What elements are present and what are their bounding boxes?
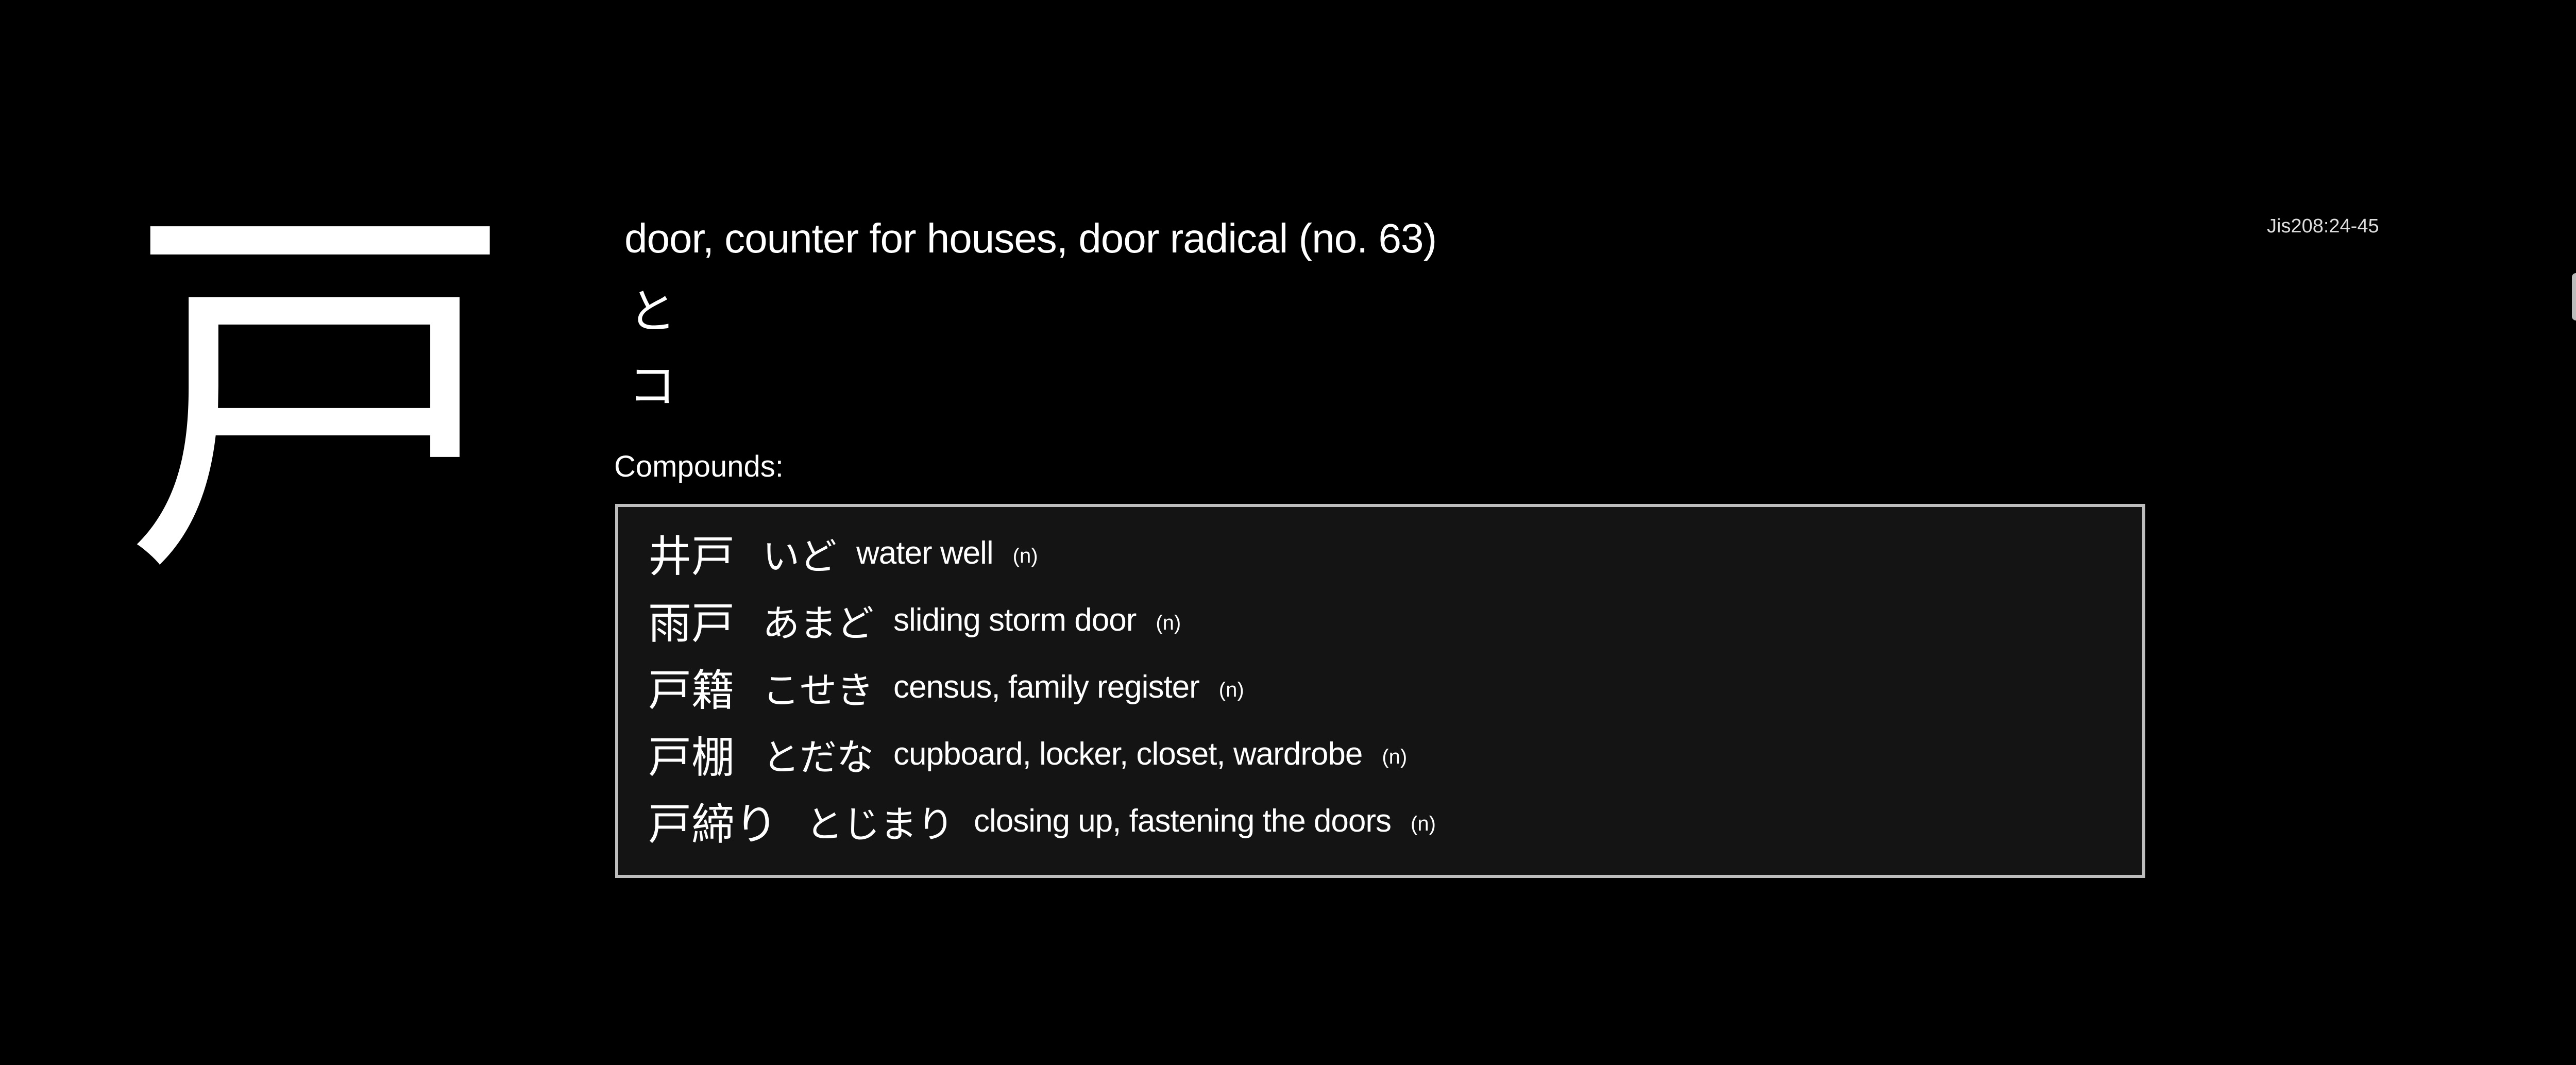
compound-pos: (n) <box>1156 611 1181 634</box>
scrollbar-handle[interactable] <box>2572 273 2576 320</box>
compound-gloss: sliding storm door <box>893 602 1137 638</box>
compound-gloss: water well <box>856 535 994 571</box>
compound-gloss: closing up, fastening the doors <box>974 803 1392 839</box>
compounds-list: 井戸 いど water well (n) 雨戸 あまど sliding stor… <box>615 504 2145 878</box>
kanji-meaning: door, counter for houses, door radical (… <box>624 215 1437 261</box>
compound-pos: (n) <box>1218 678 1244 701</box>
compound-row: 雨戸 あまど sliding storm door (n) <box>648 586 2142 653</box>
compound-row: 井戸 いど water well (n) <box>648 519 2142 586</box>
compounds-label: Compounds: <box>614 450 784 483</box>
compound-reading: いど <box>762 534 837 578</box>
compound-pos: (n) <box>1382 745 1408 768</box>
compound-pos: (n) <box>1012 544 1038 567</box>
kun-reading: と <box>629 284 676 339</box>
compound-word: 雨戸 <box>648 598 735 649</box>
kanji-character: 戸 <box>124 169 515 624</box>
compound-reading: あまど <box>762 601 874 645</box>
compound-row: 戸棚 とだな cupboard, locker, closet, wardrob… <box>648 720 2142 787</box>
compound-word: 戸籍 <box>648 665 735 716</box>
compound-word: 井戸 <box>648 531 735 582</box>
compound-reading: こせき <box>762 668 874 712</box>
jis-code: Jis208:24-45 <box>2267 215 2379 237</box>
compound-row: 戸締り とじまり closing up, fastening the doors… <box>648 787 2142 854</box>
compound-gloss: cupboard, locker, closet, wardrobe <box>893 736 1363 772</box>
compound-pos: (n) <box>1411 812 1436 835</box>
compound-reading: とじまり <box>806 802 955 846</box>
compound-reading: とだな <box>762 735 874 779</box>
compound-row: 戸籍 こせき census, family register (n) <box>648 653 2142 720</box>
on-reading: コ <box>629 359 676 414</box>
compound-gloss: census, family register <box>893 669 1200 705</box>
compound-word: 戸締り <box>648 799 778 850</box>
compound-word: 戸棚 <box>648 732 735 783</box>
